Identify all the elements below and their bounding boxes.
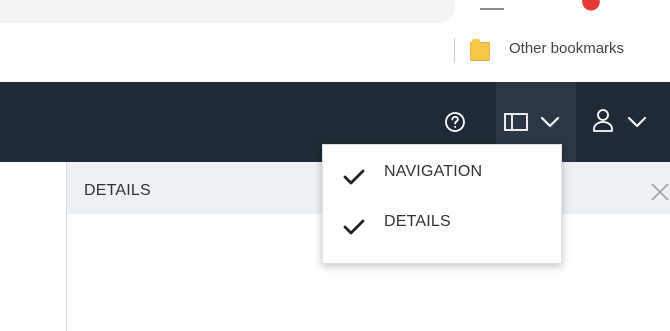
- help-circle-icon: [445, 112, 465, 132]
- bookmarks-separator: [454, 38, 455, 63]
- browser-toolbar: Other bookmarks: [0, 0, 670, 82]
- close-icon: [651, 183, 669, 201]
- browser-profile-icon[interactable]: [578, 0, 604, 16]
- close-button[interactable]: [650, 182, 670, 202]
- other-bookmarks-link[interactable]: Other bookmarks: [509, 40, 624, 57]
- menu-item-details[interactable]: DETAILS: [323, 203, 563, 253]
- menu-item-label: NAVIGATION: [384, 163, 483, 180]
- panel-layout-icon: [504, 113, 528, 131]
- navigation-pane: [0, 162, 66, 331]
- chevron-down-icon: [540, 116, 560, 128]
- menu-item-label: DETAILS: [384, 213, 451, 230]
- checkmark-icon: [343, 219, 365, 235]
- folder-icon[interactable]: [470, 39, 490, 61]
- chevron-down-icon: [627, 116, 647, 128]
- address-bar[interactable]: [0, 0, 455, 23]
- help-button[interactable]: [440, 107, 470, 137]
- details-panel-title: DETAILS: [84, 182, 151, 199]
- checkmark-icon: [343, 169, 365, 185]
- user-icon: [593, 109, 613, 132]
- user-menu-button[interactable]: [585, 102, 655, 140]
- panel-visibility-menu: NAVIGATION DETAILS: [322, 144, 562, 264]
- extension-icon[interactable]: [480, 0, 504, 10]
- menu-item-navigation[interactable]: NAVIGATION: [323, 153, 563, 203]
